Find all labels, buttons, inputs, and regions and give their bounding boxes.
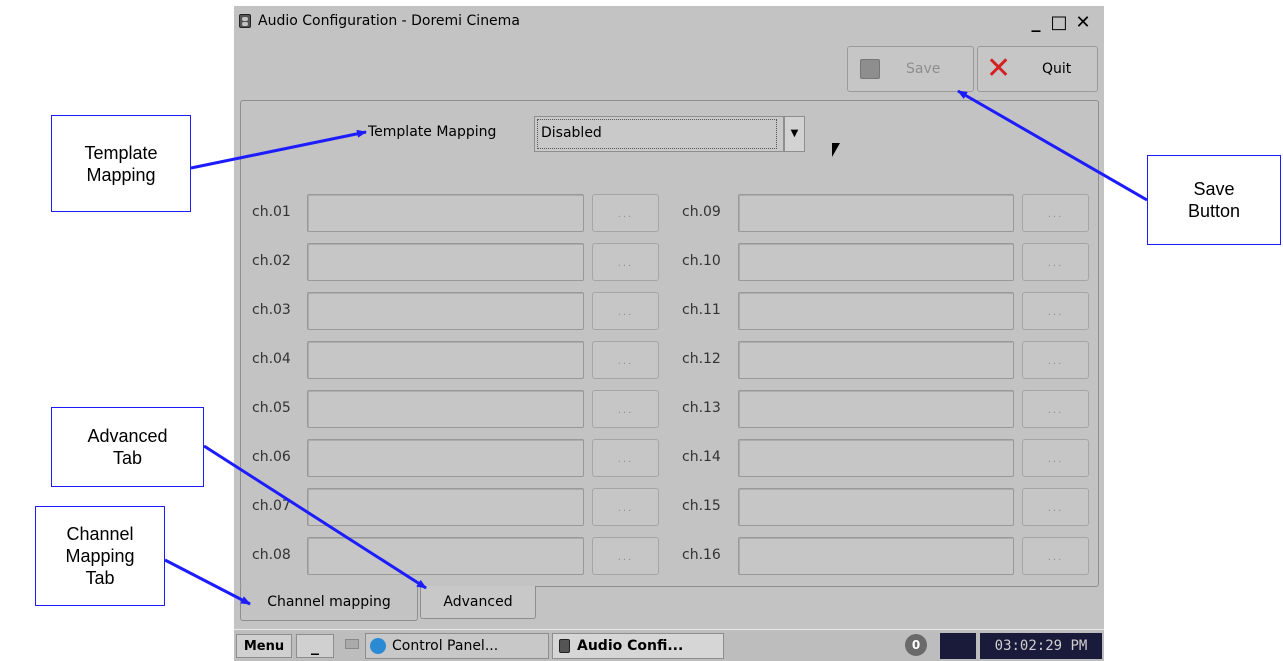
callout-text: Mapping	[65, 546, 135, 566]
save-label: Save	[906, 61, 941, 77]
channel-browse-button[interactable]: ...	[1022, 194, 1089, 232]
minimize-button[interactable]: _	[1026, 13, 1046, 33]
channel-input[interactable]	[738, 439, 1014, 477]
channel-input[interactable]	[738, 488, 1014, 526]
callout-text: Tab	[112, 448, 143, 468]
channel-input[interactable]	[307, 243, 584, 281]
channel-browse-button[interactable]: ...	[592, 341, 659, 379]
channel-browse-button[interactable]: ...	[592, 537, 659, 575]
callout-text: Button	[1187, 201, 1241, 221]
callout-save-button: Save Button	[1147, 155, 1281, 245]
channel-input[interactable]	[738, 243, 1014, 281]
callout-text: Save	[1193, 179, 1235, 199]
channel-label: ch.04	[252, 351, 291, 367]
channel-input[interactable]	[307, 341, 584, 379]
taskbar-item-label: Audio Confi...	[577, 638, 684, 654]
channel-browse-button[interactable]: ...	[592, 243, 659, 281]
template-mapping-select[interactable]: Disabled	[534, 116, 784, 152]
channel-input[interactable]	[307, 439, 584, 477]
channel-browse-button[interactable]: ...	[1022, 439, 1089, 477]
clock: 03:02:29 PM	[980, 633, 1102, 659]
channel-browse-button[interactable]: ...	[592, 439, 659, 477]
channel-label: ch.12	[682, 351, 721, 367]
save-button[interactable]: Save	[847, 46, 974, 92]
callout-template-mapping: Template Mapping	[51, 115, 191, 212]
quit-label: Quit	[1042, 61, 1072, 77]
channel-browse-button[interactable]: ...	[592, 390, 659, 428]
chevron-down-icon: ▼	[790, 128, 799, 139]
template-mapping-label: Template Mapping	[368, 124, 497, 140]
channel-input[interactable]	[307, 537, 584, 575]
channel-browse-button[interactable]: ...	[592, 488, 659, 526]
callout-text: Template	[84, 142, 158, 163]
taskbar-item-label: Control Panel...	[392, 638, 499, 654]
taskbar-item-control-panel[interactable]: Control Panel...	[365, 633, 549, 659]
channel-input[interactable]	[738, 194, 1014, 232]
channel-input[interactable]	[307, 194, 584, 232]
channel-label: ch.06	[252, 449, 291, 465]
tab-advanced[interactable]: Advanced	[420, 586, 536, 619]
template-mapping-value: Disabled	[537, 119, 777, 149]
callout-channel-mapping-tab: Channel Mapping Tab	[35, 506, 165, 606]
save-icon	[860, 59, 880, 79]
channel-label: ch.13	[682, 400, 721, 416]
channel-label: ch.15	[682, 498, 721, 514]
channel-label: ch.10	[682, 253, 721, 269]
close-button[interactable]: ✕	[1073, 13, 1093, 33]
window-title: Audio Configuration - Doremi Cinema	[258, 13, 520, 29]
audio-configuration-window: Audio Configuration - Doremi Cinema _ □ …	[234, 6, 1104, 629]
show-desktop-button[interactable]: _	[296, 634, 334, 658]
callout-text: Mapping	[86, 164, 156, 185]
channel-input[interactable]	[738, 390, 1014, 428]
channel-input[interactable]	[307, 292, 584, 330]
callout-text: Channel	[66, 524, 134, 544]
channel-label: ch.02	[252, 253, 291, 269]
keyboard-icon[interactable]	[345, 639, 359, 649]
notification-badge[interactable]: 0	[905, 634, 927, 656]
title-bar[interactable]: Audio Configuration - Doremi Cinema _ □ …	[234, 6, 1104, 36]
callout-text: Advanced	[87, 426, 168, 446]
channel-input[interactable]	[307, 390, 584, 428]
quit-button[interactable]: ✕ Quit	[977, 46, 1098, 92]
channel-browse-button[interactable]: ...	[1022, 537, 1089, 575]
channel-label: ch.11	[682, 302, 721, 318]
channel-label: ch.01	[252, 204, 291, 220]
channel-label: ch.05	[252, 400, 291, 416]
channel-browse-button[interactable]: ...	[1022, 243, 1089, 281]
channel-browse-button[interactable]: ...	[1022, 292, 1089, 330]
quit-x-icon: ✕	[986, 51, 1012, 86]
control-panel-icon	[370, 638, 386, 654]
channel-label: ch.14	[682, 449, 721, 465]
channel-label: ch.16	[682, 547, 721, 563]
template-mapping-dropdown-button[interactable]: ▼	[784, 116, 805, 152]
channel-input[interactable]	[738, 537, 1014, 575]
speaker-icon	[559, 639, 570, 653]
channel-input[interactable]	[738, 292, 1014, 330]
channel-label: ch.07	[252, 498, 291, 514]
channel-browse-button[interactable]: ...	[592, 194, 659, 232]
channel-input[interactable]	[307, 488, 584, 526]
channel-label: ch.03	[252, 302, 291, 318]
channel-browse-button[interactable]: ...	[1022, 341, 1089, 379]
callout-text: Tab	[85, 568, 115, 588]
mouse-cursor-icon	[832, 143, 840, 157]
tab-channel-mapping[interactable]: Channel mapping	[240, 586, 418, 621]
channel-label: ch.09	[682, 204, 721, 220]
channel-input[interactable]	[738, 341, 1014, 379]
speaker-icon	[239, 14, 251, 28]
maximize-button[interactable]: □	[1049, 13, 1069, 33]
channel-browse-button[interactable]: ...	[1022, 488, 1089, 526]
taskbar-menu-button[interactable]: Menu	[236, 634, 292, 658]
channel-browse-button[interactable]: ...	[592, 292, 659, 330]
channel-browse-button[interactable]: ...	[1022, 390, 1089, 428]
callout-advanced-tab: Advanced Tab	[51, 407, 204, 487]
channel-label: ch.08	[252, 547, 291, 563]
tray-area	[940, 633, 976, 659]
taskbar-item-audio-config[interactable]: Audio Confi...	[552, 633, 724, 659]
taskbar: Menu _ Control Panel... Audio Confi... 0…	[234, 629, 1104, 661]
